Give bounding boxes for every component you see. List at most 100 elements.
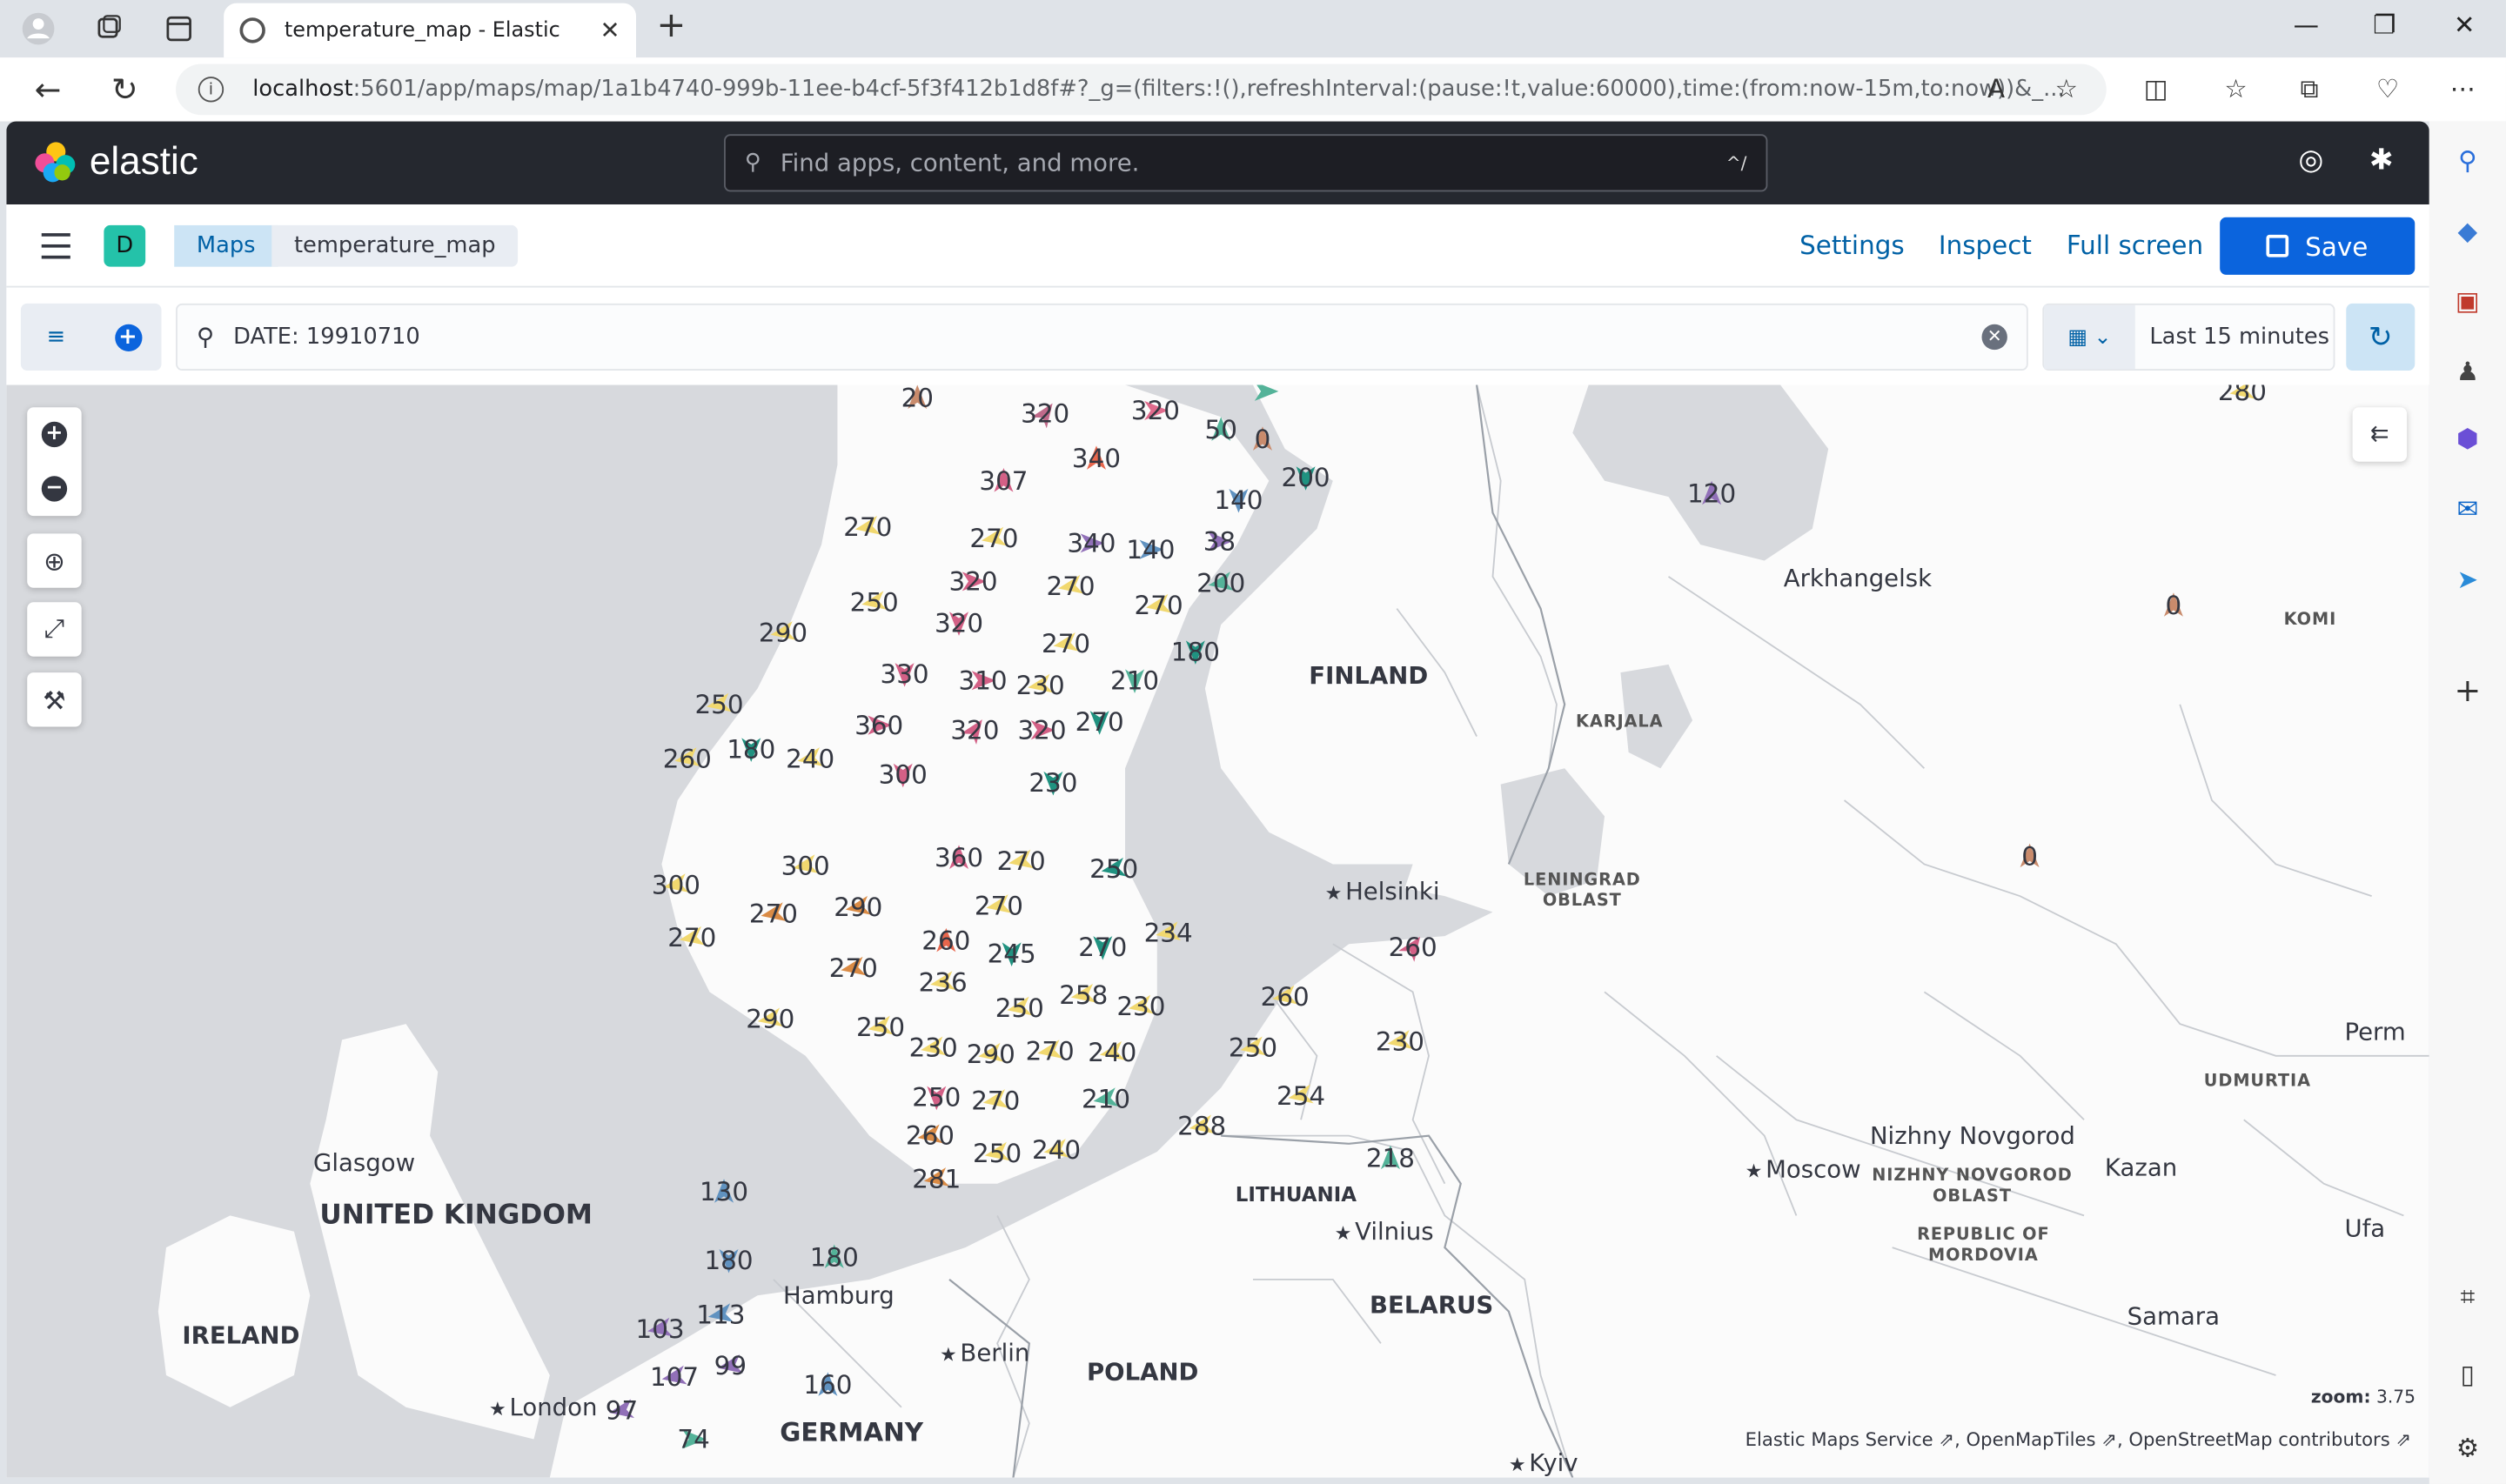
map-attribution: Elastic Maps Service ⇗, OpenMapTiles ⇗, … bbox=[1745, 1427, 2412, 1451]
favorite-star-icon[interactable]: ☆ bbox=[2049, 73, 2084, 104]
marker-value-label: 270 bbox=[1078, 932, 1128, 963]
marker-value-label: 99 bbox=[714, 1350, 747, 1381]
query-input[interactable]: ⚲ DATE: 19910710 ✕ bbox=[176, 303, 2028, 371]
workspaces-icon[interactable] bbox=[86, 6, 131, 50]
site-info-icon[interactable]: i bbox=[198, 77, 224, 103]
profile-icon[interactable] bbox=[16, 6, 60, 50]
menu-toggle-icon[interactable] bbox=[41, 233, 70, 267]
zoom-out-button[interactable]: − bbox=[27, 462, 81, 516]
marker-value-label: 20 bbox=[901, 384, 934, 413]
attribution-openmaptiles[interactable]: OpenMapTiles bbox=[1967, 1428, 2096, 1451]
marker-value-label: 245 bbox=[987, 938, 1036, 969]
global-search-input[interactable]: ⚲ Find apps, content, and more. ^/ bbox=[724, 134, 1768, 192]
read-aloud-icon[interactable]: A bbox=[1979, 73, 2014, 104]
layer-control-toggle-icon[interactable]: ⇇ bbox=[2352, 407, 2408, 462]
tools-control: ⚒ bbox=[27, 672, 82, 727]
marker-value-label: 250 bbox=[849, 586, 899, 618]
reload-icon[interactable]: ↻ bbox=[103, 67, 147, 111]
map-canvas[interactable]: + − ⊕ ⤢ ⚒ ⇇ FINLAND UNITED KINGDOM IRELA… bbox=[6, 384, 2429, 1478]
more-menu-icon[interactable]: ⋯ bbox=[2445, 73, 2480, 104]
search-icon[interactable]: ⚲ bbox=[2449, 141, 2487, 179]
restore-icon[interactable]: ❐ bbox=[2361, 10, 2409, 40]
zoom-label: zoom: bbox=[2310, 1386, 2371, 1407]
filter-menu-icon[interactable]: ≡ bbox=[21, 304, 91, 371]
city-berlin: Berlin bbox=[940, 1339, 1029, 1367]
marker-value-label: 260 bbox=[905, 1120, 955, 1152]
search-shortcut: ^/ bbox=[1725, 152, 1747, 174]
fit-to-data-icon[interactable]: ⊕ bbox=[27, 533, 81, 587]
wind-arrow-marker[interactable] bbox=[1251, 384, 1280, 406]
time-range-label[interactable]: Last 15 minutes bbox=[2149, 324, 2329, 350]
marker-value-label: 103 bbox=[635, 1314, 685, 1345]
search-icon: ⚲ bbox=[744, 150, 761, 176]
elastic-brand[interactable]: elastic bbox=[90, 141, 198, 185]
marker-value-label: 360 bbox=[934, 842, 984, 873]
marker-value-label: 270 bbox=[1134, 590, 1183, 621]
elastic-logo-icon[interactable] bbox=[35, 142, 77, 184]
marker-value-label: 270 bbox=[667, 922, 717, 953]
outlook-icon[interactable]: ✉ bbox=[2449, 489, 2487, 527]
marker-value-label: 260 bbox=[662, 743, 712, 774]
microsoft-365-icon[interactable]: ⬢ bbox=[2449, 418, 2487, 457]
expand-icon[interactable]: ⤢ bbox=[27, 602, 81, 656]
city-vilnius: Vilnius bbox=[1335, 1217, 1433, 1246]
news-feed-icon[interactable]: ✱ bbox=[2362, 144, 2401, 182]
marker-value-label: 140 bbox=[1214, 485, 1263, 516]
tools-icon[interactable]: ▣ bbox=[2449, 281, 2487, 319]
breadcrumb-maps[interactable]: Maps bbox=[174, 224, 278, 267]
marker-value-label: 180 bbox=[809, 1241, 859, 1273]
address-bar-row: ← ↻ i localhost :5601/app/maps/map/1a1b4… bbox=[0, 57, 2506, 122]
marker-value-label: 250 bbox=[1228, 1033, 1278, 1064]
wrench-icon[interactable]: ⚒ bbox=[27, 672, 81, 726]
date-picker[interactable]: ▦ ⌄ Last 15 minutes bbox=[2042, 303, 2335, 371]
settings-link[interactable]: Settings bbox=[1799, 230, 1905, 260]
back-icon[interactable]: ← bbox=[25, 67, 70, 111]
minimize-icon[interactable]: — bbox=[2282, 10, 2330, 40]
inspect-link[interactable]: Inspect bbox=[1939, 230, 2032, 260]
drop-icon[interactable]: ➤ bbox=[2449, 559, 2487, 598]
zoom-in-button[interactable]: + bbox=[27, 407, 81, 461]
split-screen-icon[interactable]: ◫ bbox=[2139, 73, 2174, 104]
browser-essentials-icon[interactable]: ♡ bbox=[2370, 73, 2405, 104]
marker-value-label: 281 bbox=[912, 1163, 962, 1194]
marker-value-label: 230 bbox=[908, 1033, 958, 1064]
marker-value-label: 290 bbox=[758, 617, 808, 648]
url-field[interactable]: i localhost :5601/app/maps/map/1a1b4740-… bbox=[176, 64, 2107, 116]
browser-tab[interactable]: temperature_map - Elastic ✕ bbox=[224, 3, 637, 58]
help-icon[interactable]: ◎ bbox=[2292, 144, 2330, 182]
close-tab-icon[interactable]: ✕ bbox=[600, 16, 620, 44]
tab-actions-icon[interactable] bbox=[157, 6, 201, 50]
marker-value-label: 270 bbox=[996, 846, 1046, 877]
marker-value-label: 290 bbox=[834, 892, 883, 923]
shopping-icon[interactable]: ◆ bbox=[2449, 211, 2487, 249]
marker-value-label: 230 bbox=[1029, 767, 1078, 799]
attribution-osm[interactable]: OpenStreetMap contributors bbox=[2128, 1428, 2389, 1451]
full-screen-link[interactable]: Full screen bbox=[2067, 230, 2203, 260]
games-icon[interactable]: ♟ bbox=[2449, 351, 2487, 390]
sidebar-settings-icon[interactable]: ⚙ bbox=[2449, 1428, 2487, 1467]
kibana-header: elastic ⚲ Find apps, content, and more. … bbox=[6, 121, 2429, 205]
label-lithuania: LITHUANIA bbox=[1235, 1181, 1357, 1207]
marker-value-label: 240 bbox=[1032, 1134, 1082, 1166]
new-tab-button[interactable]: + bbox=[649, 6, 694, 46]
refresh-button[interactable]: ↻ bbox=[2346, 303, 2416, 371]
space-selector[interactable]: D bbox=[104, 224, 146, 267]
close-window-icon[interactable]: ✕ bbox=[2441, 10, 2489, 40]
hide-sidebar-icon[interactable]: ▯ bbox=[2449, 1354, 2487, 1393]
city-arkhangelsk: Arkhangelsk bbox=[1783, 564, 1933, 593]
screenshot-icon[interactable]: ⌗ bbox=[2449, 1278, 2487, 1316]
calendar-icon[interactable]: ▦ ⌄ bbox=[2044, 304, 2135, 370]
marker-value-label: 50 bbox=[1204, 414, 1237, 445]
add-filter-button[interactable]: + bbox=[94, 304, 161, 371]
favorites-icon[interactable]: ☆ bbox=[2218, 73, 2253, 104]
collections-icon[interactable]: ⧉ bbox=[2292, 73, 2327, 105]
clear-query-icon[interactable]: ✕ bbox=[1981, 324, 2007, 351]
add-sidebar-app-icon[interactable]: + bbox=[2449, 671, 2487, 709]
marker-value-label: 360 bbox=[854, 710, 904, 741]
save-button[interactable]: Save bbox=[2220, 217, 2416, 275]
marker-value-label: 230 bbox=[1015, 670, 1065, 701]
marker-value-label: 74 bbox=[677, 1424, 710, 1454]
marker-value-label: 236 bbox=[918, 966, 968, 998]
kibana-app: elastic ⚲ Find apps, content, and more. … bbox=[6, 121, 2429, 1478]
attribution-ems[interactable]: Elastic Maps Service bbox=[1745, 1428, 1933, 1451]
